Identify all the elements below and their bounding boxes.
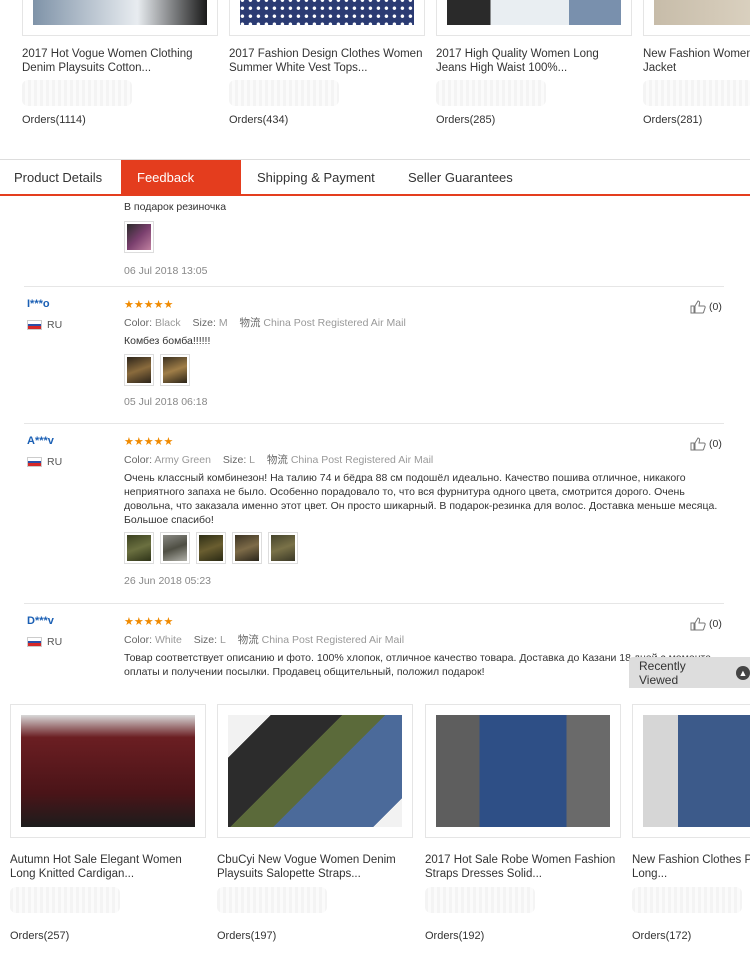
country-code: RU bbox=[47, 636, 63, 648]
review-divider bbox=[24, 423, 724, 424]
product-title[interactable]: CbuCyi New Vogue Women Denim Playsuits S… bbox=[217, 853, 413, 881]
helpful-button[interactable]: (0) bbox=[690, 437, 722, 451]
product-title[interactable]: Autumn Hot Sale Elegant Women Long Knitt… bbox=[10, 853, 206, 881]
helpful-count: (0) bbox=[709, 301, 722, 313]
helpful-count: (0) bbox=[709, 438, 722, 450]
review-text: В подарок резиночка bbox=[124, 201, 227, 213]
tab-product-details[interactable]: Product Details bbox=[0, 160, 116, 195]
review-country: RU bbox=[27, 636, 62, 648]
product-title[interactable]: 2017 Hot Sale Robe Women Fashion Straps … bbox=[425, 853, 621, 881]
product-title[interactable]: 2017 High Quality Women Long Jeans High … bbox=[436, 47, 632, 75]
thumbs-up-icon bbox=[690, 617, 706, 631]
country-code: RU bbox=[47, 319, 63, 331]
product-title[interactable]: 2017 Hot Vogue Women Clothing Denim Play… bbox=[22, 47, 218, 75]
product-title[interactable]: 2017 Fashion Design Clothes Women Summer… bbox=[229, 47, 425, 75]
price-blurred bbox=[632, 887, 742, 913]
review-date: 26 Jun 2018 05:23 bbox=[124, 575, 211, 587]
product-thumbnail[interactable] bbox=[22, 0, 218, 36]
price-blurred bbox=[229, 80, 339, 106]
recently-viewed-label: Recently Viewed bbox=[639, 658, 686, 687]
country-code: RU bbox=[47, 456, 63, 468]
russia-flag-icon bbox=[27, 457, 42, 467]
review-country: RU bbox=[27, 456, 62, 468]
helpful-button[interactable]: (0) bbox=[690, 617, 722, 631]
related-products-bottom: Autumn Hot Sale Elegant Women Long Knitt… bbox=[0, 690, 750, 972]
product-thumbnail[interactable] bbox=[632, 704, 750, 838]
russia-flag-icon bbox=[27, 320, 42, 330]
product-title[interactable]: New Fashion Clothes Pants Straight Long.… bbox=[632, 853, 750, 881]
review-country: RU bbox=[27, 319, 62, 331]
review-photos bbox=[124, 532, 298, 564]
product-orders: Orders(192) bbox=[425, 930, 485, 942]
product-thumbnail[interactable] bbox=[643, 0, 750, 36]
review-meta: Color: Army Green Size: L 物流 China Post … bbox=[124, 454, 434, 466]
review-username: I***o bbox=[27, 298, 50, 310]
tab-seller-guarantees[interactable]: Seller Guarantees bbox=[394, 160, 527, 195]
review-photo[interactable] bbox=[160, 532, 190, 564]
russia-flag-icon bbox=[27, 637, 42, 647]
product-thumbnail[interactable] bbox=[217, 704, 413, 838]
star-rating: ★★★★★ bbox=[124, 299, 174, 311]
review-photo[interactable] bbox=[196, 532, 226, 564]
review-photo[interactable] bbox=[232, 532, 262, 564]
review-photo[interactable] bbox=[124, 354, 154, 386]
chevron-up-icon: ▲ bbox=[736, 665, 750, 680]
helpful-button[interactable]: (0) bbox=[690, 300, 722, 314]
product-orders: Orders(285) bbox=[436, 114, 496, 126]
price-blurred bbox=[425, 887, 535, 913]
product-orders: Orders(197) bbox=[217, 930, 277, 942]
review-text: Комбез бомба!!!!!! bbox=[124, 335, 211, 347]
thumbs-up-icon bbox=[690, 300, 706, 314]
review-divider bbox=[24, 286, 724, 287]
product-thumbnail[interactable] bbox=[229, 0, 425, 36]
review-photos bbox=[124, 221, 154, 253]
review-username: A***v bbox=[27, 435, 54, 447]
thumbs-up-icon bbox=[690, 437, 706, 451]
feedback-list: В подарок резиночка 06 Jul 2018 13:05 I*… bbox=[0, 197, 750, 690]
product-title[interactable]: New Fashion Women Sequins Short Jacket bbox=[643, 47, 750, 75]
price-blurred bbox=[10, 887, 120, 913]
star-rating: ★★★★★ bbox=[124, 436, 174, 448]
related-products-top: 2017 Hot Vogue Women Clothing Denim Play… bbox=[0, 0, 750, 140]
product-thumbnail[interactable] bbox=[425, 704, 621, 838]
review-username: D***v bbox=[27, 615, 54, 627]
review-meta: Color: White Size: L 物流 China Post Regis… bbox=[124, 634, 405, 646]
review-photo[interactable] bbox=[124, 221, 154, 253]
product-thumbnail[interactable] bbox=[436, 0, 632, 36]
price-blurred bbox=[436, 80, 546, 106]
price-blurred bbox=[22, 80, 132, 106]
tab-feedback[interactable]: Feedback (469) bbox=[121, 160, 241, 220]
product-orders: Orders(434) bbox=[229, 114, 289, 126]
review-photos bbox=[124, 354, 190, 386]
review-date: 06 Jul 2018 13:05 bbox=[124, 265, 208, 277]
product-orders: Orders(257) bbox=[10, 930, 70, 942]
review-photo[interactable] bbox=[160, 354, 190, 386]
recently-viewed-button[interactable]: Recently Viewed ▲ bbox=[629, 657, 750, 688]
product-orders: Orders(1114) bbox=[22, 114, 86, 126]
review-divider bbox=[24, 603, 724, 604]
review-photo[interactable] bbox=[268, 532, 298, 564]
product-orders: Orders(172) bbox=[632, 930, 692, 942]
review-photo[interactable] bbox=[124, 532, 154, 564]
review-date: 05 Jul 2018 06:18 bbox=[124, 396, 208, 408]
product-orders: Orders(281) bbox=[643, 114, 703, 126]
review-text: Очень классный комбинезон! На талию 74 и… bbox=[124, 472, 718, 526]
product-tabs: Product Details Feedback (469) Shipping … bbox=[0, 159, 750, 220]
tab-shipping-payment[interactable]: Shipping & Payment bbox=[243, 160, 389, 195]
star-rating: ★★★★★ bbox=[124, 616, 174, 628]
product-thumbnail[interactable] bbox=[10, 704, 206, 838]
review-meta: Color: Black Size: M 物流 China Post Regis… bbox=[124, 317, 406, 329]
price-blurred bbox=[217, 887, 327, 913]
helpful-count: (0) bbox=[709, 618, 722, 630]
price-blurred bbox=[643, 80, 750, 106]
